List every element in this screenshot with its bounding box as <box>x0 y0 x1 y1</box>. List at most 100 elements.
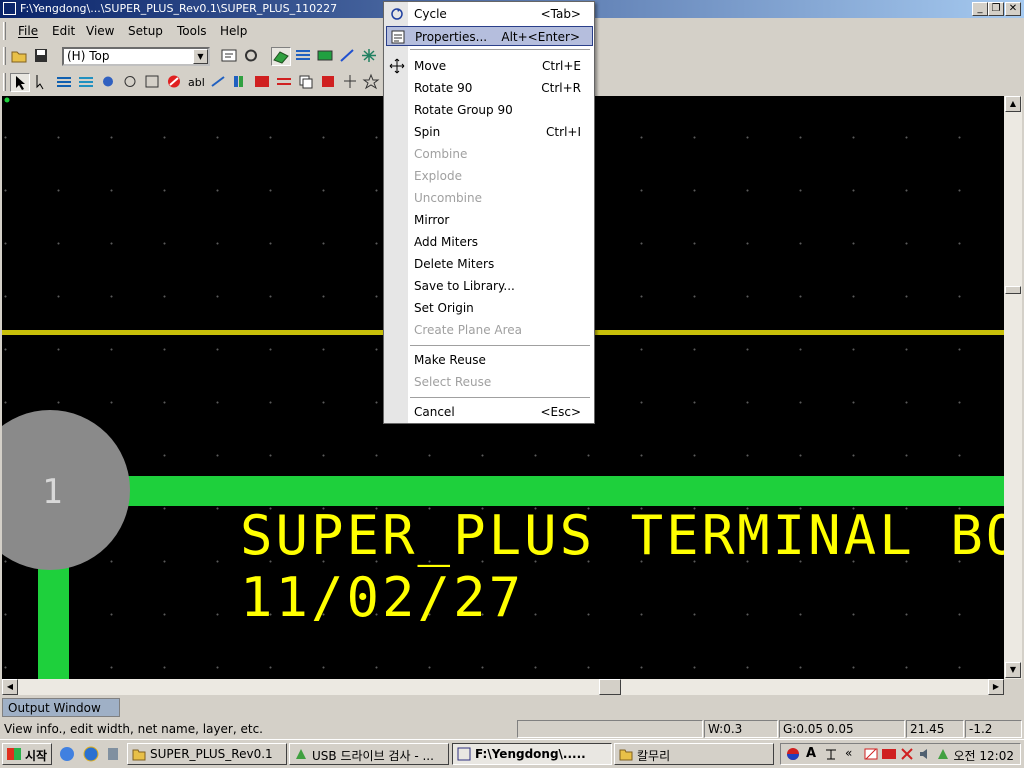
trace-horizontal[interactable] <box>127 476 1004 506</box>
minimize-button[interactable]: _ <box>972 2 988 16</box>
menu-item-save-to-library[interactable]: Save to Library... <box>386 276 593 296</box>
design-toolbar-icon[interactable] <box>271 47 291 66</box>
menu-item-rotate-90[interactable]: Rotate 90 Ctrl+R <box>386 78 593 98</box>
plane-cutout-icon[interactable] <box>121 73 141 92</box>
copper-icon[interactable] <box>55 73 75 92</box>
menu-item-set-origin[interactable]: Set Origin <box>386 298 593 318</box>
pad-1[interactable] <box>2 410 130 570</box>
menu-item-properties[interactable]: Properties... Alt+<Enter> <box>386 26 593 46</box>
copper-cutout-icon[interactable] <box>77 73 97 92</box>
menu-item-rotate-group-90[interactable]: Rotate Group 90 <box>386 100 593 120</box>
copy-icon[interactable] <box>297 73 317 92</box>
layer-select[interactable]: (H) Top ▼ <box>62 47 210 66</box>
menu-item-cancel[interactable]: Cancel <Esc> <box>386 402 593 422</box>
menubar-grip <box>3 22 6 40</box>
menu-view[interactable]: View <box>86 24 114 38</box>
chevron-down-icon[interactable]: ▼ <box>193 49 208 64</box>
select-mode-icon[interactable] <box>33 73 53 92</box>
menu-item-mirror[interactable]: Mirror <box>386 210 593 230</box>
quicklaunch-ie-icon[interactable] <box>58 745 76 763</box>
redraw-icon[interactable] <box>242 47 262 66</box>
menu-item-uncombine: Uncombine <box>414 191 482 205</box>
cluster-icon[interactable] <box>341 73 361 92</box>
reuse-icon[interactable] <box>362 73 382 92</box>
status-x-coord: 21.45 <box>906 720 964 738</box>
task-folder-super-plus[interactable]: SUPER_PLUS_Rev0.1 <box>127 743 287 765</box>
task-pads-layout[interactable]: F:\Yengdong\..... <box>452 743 612 765</box>
ime-mode-icon[interactable]: A <box>806 746 820 761</box>
quicklaunch-desktop-icon[interactable] <box>104 745 122 763</box>
menu-edit[interactable]: Edit <box>52 24 75 38</box>
properties-icon <box>391 30 405 44</box>
silkscreen-date[interactable]: 11/02/27 <box>240 566 524 629</box>
output-window-tab[interactable]: Output Window <box>2 698 120 717</box>
from-library-icon[interactable] <box>231 73 251 92</box>
keepout-icon[interactable] <box>165 73 185 92</box>
menu-item-spin[interactable]: Spin Ctrl+I <box>386 122 593 142</box>
dimension-icon[interactable] <box>316 47 336 66</box>
standard-toolbar: (H) Top ▼ <box>0 44 384 68</box>
volume-icon[interactable] <box>918 747 932 761</box>
delete-icon[interactable] <box>319 73 339 92</box>
folder-icon <box>132 749 146 761</box>
toolbar-grip-2 <box>3 73 6 91</box>
menu-setup[interactable]: Setup <box>128 24 163 38</box>
menu-help[interactable]: Help <box>220 24 247 38</box>
select-arrow-icon[interactable] <box>10 73 30 92</box>
language-icon[interactable] <box>786 747 800 761</box>
network-disconnected-icon[interactable] <box>900 747 914 761</box>
menu-item-delete-miters[interactable]: Delete Miters <box>386 254 593 274</box>
drafting-toolbar: abl <box>0 70 384 94</box>
display-colors-icon[interactable] <box>220 47 240 66</box>
pour-icon[interactable] <box>294 47 314 66</box>
dimension-line-icon[interactable] <box>275 73 295 92</box>
ime-hanja-icon[interactable] <box>824 747 838 761</box>
2d-line-icon[interactable] <box>209 73 229 92</box>
tray-chevron-icon[interactable]: « <box>845 746 859 760</box>
silkscreen-title[interactable]: SUPER_PLUS TERMINAL BOX <box>240 504 1004 567</box>
status-empty-field <box>517 720 703 738</box>
menu-separator <box>410 397 590 398</box>
start-button[interactable]: 시작 <box>2 743 52 765</box>
menu-item-explode: Explode <box>414 169 462 183</box>
horizontal-scrollbar[interactable]: ◀ ▶ <box>2 679 1004 695</box>
open-file-icon[interactable] <box>10 47 30 66</box>
task-folder-kalmuri[interactable]: 칼무리 <box>614 743 774 765</box>
scroll-right-icon[interactable]: ▶ <box>988 679 1004 695</box>
task-usb-check[interactable]: USB 드라이브 검사 - ... <box>289 743 449 765</box>
network-icon[interactable] <box>864 747 878 761</box>
drill-drawing-icon[interactable] <box>253 73 273 92</box>
task-label: 칼무리 <box>637 749 671 763</box>
scroll-down-icon[interactable]: ▼ <box>1005 662 1021 678</box>
pad-number-label: 1 <box>42 472 63 512</box>
vertical-scrollbar[interactable]: ▲ ▼ <box>1004 96 1022 679</box>
route-icon[interactable] <box>338 47 358 66</box>
menu-item-select-reuse: Select Reuse <box>414 375 492 389</box>
quicklaunch-browser-icon[interactable] <box>82 745 100 763</box>
vertical-scroll-thumb[interactable] <box>1005 286 1021 294</box>
menu-file[interactable]: File <box>18 24 38 38</box>
board-outline-icon[interactable] <box>143 73 163 92</box>
text-icon[interactable]: abl <box>187 73 207 92</box>
status-grid: G:0.05 0.05 <box>779 720 905 738</box>
context-menu: Cycle <Tab> Properties... Alt+<Enter> Mo… <box>383 1 595 424</box>
save-icon[interactable] <box>32 47 52 66</box>
menu-item-make-reuse[interactable]: Make Reuse <box>386 350 593 370</box>
plane-area-icon[interactable] <box>99 73 119 92</box>
folder-icon <box>619 749 633 761</box>
verify-icon[interactable] <box>360 47 380 66</box>
window-title: F:\Yengdong\...\SUPER_PLUS_Rev0.1\SUPER_… <box>20 2 338 15</box>
menu-item-cycle[interactable]: Cycle <Tab> <box>386 4 593 24</box>
close-button[interactable]: ✕ <box>1005 2 1021 16</box>
scroll-left-icon[interactable]: ◀ <box>2 679 18 695</box>
scroll-up-icon[interactable]: ▲ <box>1005 96 1021 112</box>
menu-item-add-miters[interactable]: Add Miters <box>386 232 593 252</box>
safely-remove-icon[interactable] <box>936 747 950 761</box>
horizontal-scroll-thumb[interactable] <box>599 679 621 695</box>
menu-item-move[interactable]: Move Ctrl+E <box>386 56 593 76</box>
menu-tools[interactable]: Tools <box>177 24 207 38</box>
restore-button[interactable]: ❐ <box>988 2 1004 16</box>
status-width: W:0.3 <box>704 720 778 738</box>
origin-marker <box>4 97 10 103</box>
ati-icon[interactable] <box>882 747 896 761</box>
